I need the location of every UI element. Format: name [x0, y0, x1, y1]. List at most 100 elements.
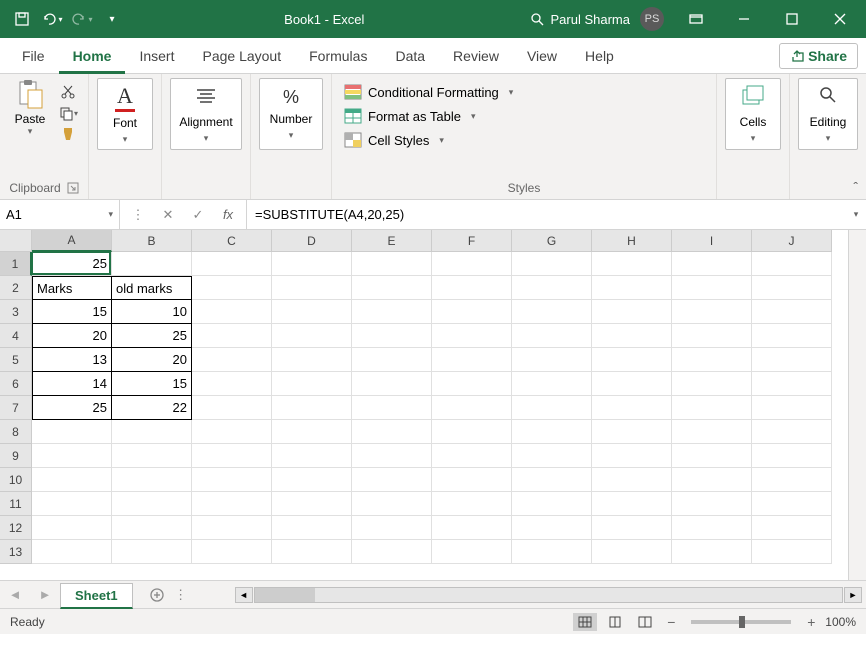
column-header[interactable]: G	[512, 230, 592, 252]
cell[interactable]	[432, 348, 512, 372]
cell[interactable]	[432, 396, 512, 420]
cell[interactable]	[192, 348, 272, 372]
cell[interactable]	[672, 324, 752, 348]
menu-tab-view[interactable]: View	[513, 38, 571, 74]
cell[interactable]	[272, 372, 352, 396]
cell[interactable]: 25	[32, 252, 112, 276]
cell[interactable]	[432, 492, 512, 516]
cell[interactable]	[272, 492, 352, 516]
cell[interactable]	[672, 420, 752, 444]
cell[interactable]	[672, 540, 752, 564]
menu-tab-data[interactable]: Data	[381, 38, 439, 74]
cell[interactable]	[272, 444, 352, 468]
cell[interactable]	[512, 252, 592, 276]
cell[interactable]	[352, 420, 432, 444]
cell[interactable]: Marks	[32, 276, 112, 300]
row-header[interactable]: 4	[0, 324, 32, 348]
cell[interactable]	[752, 396, 832, 420]
cells-dropdown[interactable]: Cells ▾	[725, 78, 781, 150]
menu-tab-page-layout[interactable]: Page Layout	[188, 38, 295, 74]
column-header[interactable]: C	[192, 230, 272, 252]
cell[interactable]	[352, 468, 432, 492]
cell[interactable]	[112, 420, 192, 444]
cell[interactable]	[672, 300, 752, 324]
cell[interactable]	[192, 420, 272, 444]
cell[interactable]	[112, 252, 192, 276]
cell[interactable]	[32, 516, 112, 540]
cell[interactable]	[272, 420, 352, 444]
cell[interactable]: 15	[112, 372, 192, 396]
qat-customize-icon[interactable]: ▾	[98, 5, 126, 33]
cut-icon[interactable]	[56, 82, 80, 102]
cell[interactable]	[192, 324, 272, 348]
add-sheet-icon[interactable]	[143, 581, 171, 609]
page-break-view-icon[interactable]	[633, 613, 657, 631]
cell[interactable]	[512, 300, 592, 324]
row-header[interactable]: 9	[0, 444, 32, 468]
cell[interactable]	[752, 516, 832, 540]
cell[interactable]: 20	[112, 348, 192, 372]
row-header[interactable]: 7	[0, 396, 32, 420]
cell[interactable]	[512, 516, 592, 540]
cell[interactable]	[352, 276, 432, 300]
format-as-table-button[interactable]: Format as Table▾	[340, 106, 517, 126]
cell[interactable]	[192, 372, 272, 396]
zoom-percentage[interactable]: 100%	[825, 615, 856, 629]
cell[interactable]	[352, 252, 432, 276]
cell[interactable]	[592, 420, 672, 444]
cell[interactable]	[432, 444, 512, 468]
name-box[interactable]: ▾	[0, 200, 120, 229]
cell[interactable]	[592, 444, 672, 468]
cell[interactable]	[672, 252, 752, 276]
cell[interactable]	[592, 468, 672, 492]
cell[interactable]	[352, 540, 432, 564]
cell[interactable]	[432, 276, 512, 300]
cell[interactable]	[752, 492, 832, 516]
cell[interactable]	[672, 348, 752, 372]
undo-icon[interactable]: ▾	[38, 5, 66, 33]
zoom-out-icon[interactable]: −	[663, 614, 679, 630]
cell[interactable]	[512, 324, 592, 348]
cell[interactable]	[672, 396, 752, 420]
cell[interactable]	[352, 300, 432, 324]
cell[interactable]	[192, 276, 272, 300]
cell[interactable]	[752, 252, 832, 276]
redo-icon[interactable]: ▾	[68, 5, 96, 33]
cell[interactable]	[192, 540, 272, 564]
cell[interactable]	[432, 252, 512, 276]
cell[interactable]: 25	[112, 324, 192, 348]
row-header[interactable]: 12	[0, 516, 32, 540]
sheet-nav-prev-icon[interactable]: ◄	[0, 587, 30, 602]
save-icon[interactable]	[8, 5, 36, 33]
formula-input[interactable]	[247, 200, 846, 229]
normal-view-icon[interactable]	[573, 613, 597, 631]
cell[interactable]: 13	[32, 348, 112, 372]
cell[interactable]	[272, 396, 352, 420]
cell[interactable]	[592, 396, 672, 420]
row-header[interactable]: 13	[0, 540, 32, 564]
cell[interactable]	[112, 492, 192, 516]
sheet-tab-active[interactable]: Sheet1	[60, 583, 133, 609]
cell[interactable]	[272, 516, 352, 540]
row-header[interactable]: 2	[0, 276, 32, 300]
cell[interactable]	[672, 468, 752, 492]
row-header[interactable]: 6	[0, 372, 32, 396]
cell[interactable]: old marks	[112, 276, 192, 300]
cell[interactable]	[432, 468, 512, 492]
search-icon[interactable]	[523, 5, 551, 33]
ribbon-display-icon[interactable]	[674, 0, 718, 38]
cell[interactable]	[192, 516, 272, 540]
zoom-slider[interactable]	[691, 620, 791, 624]
cell[interactable]: 20	[32, 324, 112, 348]
cell[interactable]	[432, 540, 512, 564]
cell[interactable]	[192, 468, 272, 492]
cell[interactable]	[592, 516, 672, 540]
maximize-icon[interactable]	[770, 0, 814, 38]
menu-tab-home[interactable]: Home	[59, 38, 126, 74]
cell[interactable]	[752, 372, 832, 396]
menu-tab-review[interactable]: Review	[439, 38, 513, 74]
cell[interactable]	[32, 468, 112, 492]
cell[interactable]	[512, 276, 592, 300]
cell[interactable]	[752, 348, 832, 372]
user-name[interactable]: Parul Sharma	[551, 12, 630, 27]
